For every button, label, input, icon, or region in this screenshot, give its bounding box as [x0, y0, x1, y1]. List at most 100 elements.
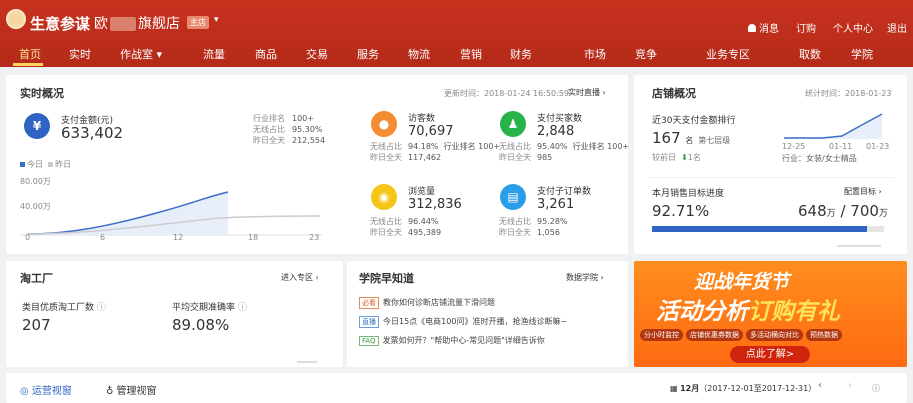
suborders-sub-values: 95.28% 1,056: [537, 217, 568, 237]
factory-count-label: 类目优质淘工厂数 ⓘ: [22, 303, 106, 313]
pager-dots[interactable]: [837, 245, 881, 247]
nav-realtime[interactable]: 实时: [69, 46, 91, 62]
visitors-label: 访客数: [408, 114, 436, 124]
calendar-icon: ▦: [670, 384, 678, 393]
news-item[interactable]: 必看 教你如何诊断店铺流量下滑问题: [359, 297, 495, 309]
suborders-sub-labels: 无线占比 昨日全天: [499, 217, 531, 237]
target-label: 本月销售目标进度: [652, 189, 725, 199]
news-item[interactable]: FAQ 发票如何开？"帮助中心-常见问题"详细告诉你: [359, 335, 545, 346]
pay-labels: 行业排名 无线占比 昨日全天: [253, 114, 285, 145]
suborders-label: 支付子订单数: [537, 187, 592, 197]
live-link[interactable]: 实时直播 ›: [568, 87, 606, 98]
section-title: 实时概况: [20, 87, 64, 100]
learn-more-button[interactable]: 点此了解>: [730, 346, 810, 363]
rank-trend-chart: [784, 113, 883, 139]
redacted-mask: [110, 17, 136, 31]
taogong-card: 淘工厂 进入专区 › 类目优质淘工厂数 ⓘ 207 平均交期准确率 ⓘ 89.0…: [6, 261, 343, 367]
prev-arrow-icon[interactable]: ‹: [818, 380, 822, 391]
rank-label: 近30天支付金额排行: [652, 116, 736, 126]
banner-chip: 多活动横向对比: [746, 329, 803, 341]
nav-trade[interactable]: 交易: [306, 46, 328, 62]
nav-products[interactable]: 商品: [255, 46, 277, 62]
banner-line2: 活动分析订购有礼: [656, 299, 840, 325]
x-tick: 0: [25, 233, 31, 242]
pageviews-label: 浏览量: [408, 187, 436, 197]
eye-icon: ◉: [371, 184, 397, 210]
pageviews-value: 312,836: [408, 197, 462, 212]
rank-value: 167 名 第七层级: [652, 129, 731, 147]
visitors-sub-labels: 无线占比 昨日全天: [370, 142, 402, 162]
buyers-label: 支付买家数: [537, 114, 583, 124]
rank-compare: 较前日 ⬇1名: [652, 153, 701, 162]
logo-icon[interactable]: [6, 9, 26, 29]
data-academy-link[interactable]: 数据学院 ›: [566, 272, 604, 283]
bulb-icon: ♁: [106, 386, 114, 397]
bottom-toolbar: ◎ 运营视窗 ♁ 管理视窗 ▦ 12月（2017-12-01至2017-12-3…: [6, 373, 907, 403]
nav-home[interactable]: 首页: [19, 46, 41, 62]
paw-icon: ●: [371, 111, 397, 137]
banner-chip: 店铺优惠券数据: [686, 329, 743, 341]
visitors-sub-values: 94.18% 行业排名 100+ 117,462: [408, 142, 501, 162]
next-arrow-icon[interactable]: ›: [848, 380, 852, 391]
nav-warroom[interactable]: 作战室 ▾: [120, 46, 162, 62]
x-tick: 18: [248, 233, 259, 242]
realtime-line-chart: [20, 191, 322, 236]
banner-chip: 预热数据: [806, 329, 842, 341]
nav-marketing[interactable]: 营销: [460, 46, 482, 62]
date-tick: 12-25: [782, 142, 806, 151]
delivery-value: 89.08%: [172, 316, 230, 334]
nav-academy[interactable]: 学院: [851, 46, 873, 62]
visitors-value: 70,697: [408, 124, 454, 139]
section-title: 学院早知道: [359, 272, 414, 285]
progress-fill: [652, 226, 868, 232]
nav-finance[interactable]: 财务: [510, 46, 532, 62]
chevron-down-icon[interactable]: ▾: [214, 15, 219, 25]
section-title: 淘工厂: [20, 272, 53, 285]
industry-label: 行业：女装/女士精品: [782, 154, 857, 163]
x-tick: 23: [309, 233, 320, 242]
globe-icon: ◎: [20, 386, 29, 397]
target-amount: 648万 / 700万: [798, 202, 888, 220]
nav-logistics[interactable]: 物流: [408, 46, 430, 62]
logout-link[interactable]: 退出: [887, 20, 907, 35]
enter-zone-link[interactable]: 进入专区 ›: [281, 272, 319, 283]
nav-business-zone[interactable]: 业务专区: [706, 46, 750, 62]
order-icon: ▤: [500, 184, 526, 210]
config-target-link[interactable]: 配置目标 ›: [844, 186, 882, 197]
profile-link[interactable]: 个人中心: [833, 20, 873, 35]
shop-name[interactable]: 欧旗舰店: [94, 13, 180, 33]
order-link[interactable]: 订购: [796, 20, 816, 35]
date-range[interactable]: ▦ 12月（2017-12-01至2017-12-31）: [670, 383, 816, 394]
nav-service[interactable]: 服务: [357, 46, 379, 62]
main-nav: 首页 实时 作战室 ▾ 流量 商品 交易 服务 物流 营销 财务 市场 竞争 业…: [0, 40, 913, 67]
news-item[interactable]: 直播 今日15点《电商100问》准时开播，抢渔线诊断嘛~: [359, 316, 567, 328]
factory-count-value: 207: [22, 316, 51, 334]
info-icon[interactable]: ⓘ: [872, 383, 880, 394]
message-link[interactable]: 消息: [748, 20, 779, 35]
tab-ops-view[interactable]: ◎ 运营视窗: [20, 382, 72, 397]
nav-traffic[interactable]: 流量: [203, 46, 225, 62]
nav-compete[interactable]: 竞争: [635, 46, 657, 62]
store-overview-card: 店铺概况 统计时间：2018-01-23 近30天支付金额排行 167 名 第七…: [634, 75, 907, 254]
pay-values: 100+ 95.30% 212,554: [292, 114, 326, 145]
tab-mgmt-view[interactable]: ♁ 管理视窗: [106, 382, 157, 397]
dashboard: 生意参谋 欧旗舰店 主店 ▾ 消息 订购 个人中心 退出 首页 实时 作战室 ▾…: [0, 0, 913, 403]
academy-card: 学院早知道 数据学院 › 必看 教你如何诊断店铺流量下滑问题 直播 今日15点《电商…: [347, 261, 628, 367]
buyers-sub-labels: 无线占比 昨日全天: [499, 142, 531, 162]
pager-dots[interactable]: [297, 361, 317, 363]
top-header: 生意参谋 欧旗舰店 主店 ▾ 消息 订购 个人中心 退出 首页 实时 作战室 ▾…: [0, 0, 913, 67]
suborders-value: 3,261: [537, 197, 575, 212]
x-tick: 12: [173, 233, 184, 242]
chart-legend: 今日 昨日: [20, 159, 71, 170]
pay-value: 633,402: [61, 124, 124, 142]
progress-pct: 92.71%: [652, 202, 710, 220]
realtime-overview-card: 实时概况 更新时间：2018-01-24 16:50:59 实时直播 › ¥ 支…: [6, 75, 629, 254]
nav-market[interactable]: 市场: [584, 46, 606, 62]
nav-fetch-data[interactable]: 取数: [799, 46, 821, 62]
section-title: 店铺概况: [652, 87, 696, 100]
x-tick: 6: [100, 233, 106, 242]
promo-banner[interactable]: 迎战年货节 活动分析订购有礼 分小时监控 店铺优惠券数据 多活动横向对比 预热数…: [634, 261, 907, 367]
stat-time: 统计时间：2018-01-23: [805, 89, 892, 98]
brand-name[interactable]: 生意参谋: [30, 13, 90, 34]
pageviews-sub-values: 96.44% 495,389: [408, 217, 442, 237]
